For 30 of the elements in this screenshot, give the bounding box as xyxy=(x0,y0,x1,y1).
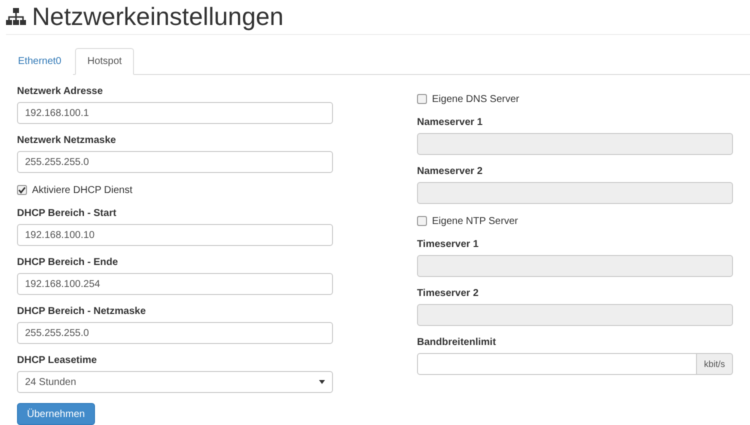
field-label: Timeserver 1 xyxy=(417,238,480,251)
field-label: Netzwerk Adresse xyxy=(17,85,104,98)
input-field[interactable]: 192.168.100.1 xyxy=(17,102,333,124)
apply-button[interactable]: Übernehmen xyxy=(17,403,95,425)
input-field[interactable]: 255.255.255.0 xyxy=(17,151,333,173)
unit-addon: kbit/s xyxy=(696,353,733,375)
field-label: DHCP Bereich - Ende xyxy=(17,256,119,269)
field-label: DHCP Bereich - Start xyxy=(17,207,118,220)
tab[interactable]: Hotspot xyxy=(75,48,134,75)
field-label: Nameserver 2 xyxy=(417,165,484,178)
field-label: DHCP Bereich - Netzmaske xyxy=(17,305,147,318)
field-label: Netzwerk Netzmaske xyxy=(17,134,117,147)
caret-icon xyxy=(319,380,325,384)
checkbox-label: Aktiviere DHCP Dienst xyxy=(32,184,132,196)
input-field[interactable]: 192.168.100.254 xyxy=(17,273,333,295)
field-label: Timeserver 2 xyxy=(417,287,480,300)
select-field[interactable]: 24 Stunden xyxy=(17,371,333,393)
field-label: Bandbreitenlimit xyxy=(417,336,497,349)
input-field[interactable]: 192.168.100.10 xyxy=(17,224,333,246)
field-label: Nameserver 1 xyxy=(417,116,484,129)
network-icon xyxy=(6,8,26,26)
field-label: DHCP Leasetime xyxy=(17,354,98,367)
checkbox-label: Eigene NTP Server xyxy=(432,216,518,226)
checkbox-label: Eigene DNS Server xyxy=(432,94,520,104)
page-title: Netzwerkeinstellungen xyxy=(32,2,284,32)
checkbox[interactable] xyxy=(417,216,427,226)
checkbox[interactable] xyxy=(417,94,427,104)
input-field[interactable] xyxy=(417,353,697,375)
checkbox[interactable] xyxy=(17,185,27,195)
input-field[interactable]: 255.255.255.0 xyxy=(17,322,333,344)
